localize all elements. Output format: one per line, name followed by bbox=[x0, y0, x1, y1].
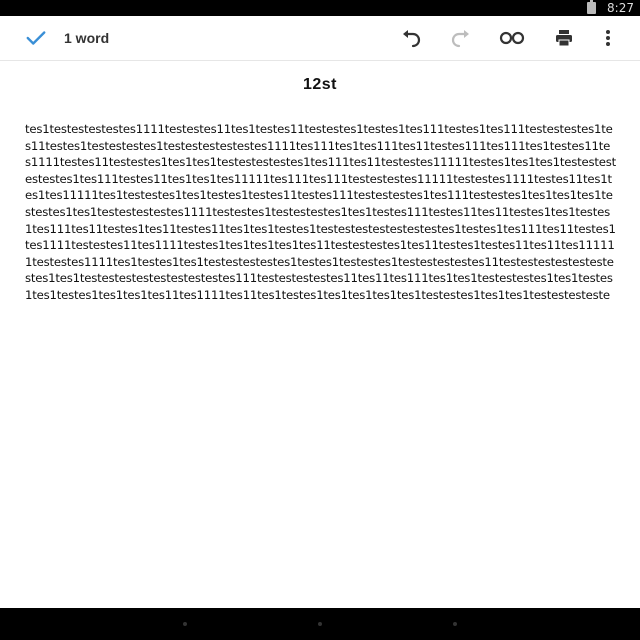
more-vert-icon bbox=[606, 30, 610, 46]
redo-icon bbox=[451, 30, 469, 48]
check-icon bbox=[26, 31, 46, 45]
nav-recents-icon[interactable] bbox=[453, 622, 457, 626]
status-bar: 8:27 bbox=[0, 0, 640, 16]
status-time: 8:27 bbox=[607, 1, 634, 15]
nav-back-icon[interactable] bbox=[183, 622, 187, 626]
more-options-button[interactable] bbox=[598, 16, 618, 60]
battery-icon bbox=[587, 0, 596, 14]
navigation-bar bbox=[0, 608, 640, 640]
word-count: 1 word bbox=[64, 30, 110, 46]
print-icon bbox=[556, 30, 572, 47]
print-button[interactable] bbox=[552, 16, 576, 60]
editor-toolbar: 1 word bbox=[0, 16, 640, 61]
document-title[interactable]: 12st bbox=[0, 76, 640, 94]
undo-button[interactable] bbox=[398, 16, 424, 60]
redo-button[interactable] bbox=[448, 16, 474, 60]
undo-icon bbox=[403, 30, 421, 48]
done-check-button[interactable] bbox=[22, 16, 50, 60]
nav-home-icon[interactable] bbox=[318, 622, 322, 626]
view-mode-button[interactable] bbox=[498, 16, 526, 60]
document-body-text[interactable]: tes1testestestestes1111testestes11tes1te… bbox=[25, 121, 616, 611]
view-glasses-icon bbox=[499, 31, 525, 45]
